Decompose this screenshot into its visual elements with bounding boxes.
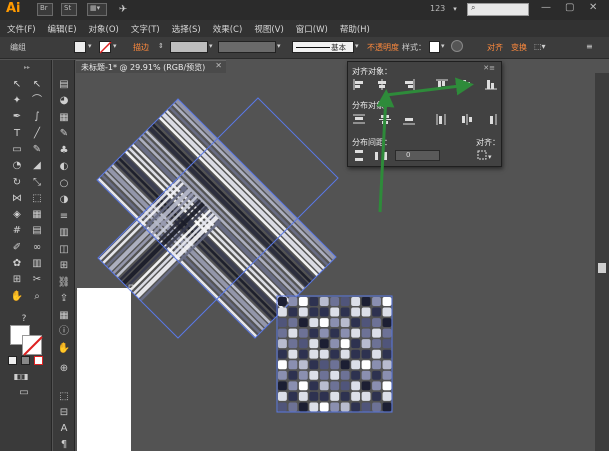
annotation-arrow-right bbox=[385, 77, 474, 97]
annotation-arrows bbox=[376, 77, 474, 213]
illustrator-window: Ai Br St ▦▾ ✈ 123 ▾ ⌕ — ▢ ✕ 文件(F) 编辑(E) … bbox=[0, 0, 609, 451]
annotation-arrow-up bbox=[376, 89, 395, 213]
